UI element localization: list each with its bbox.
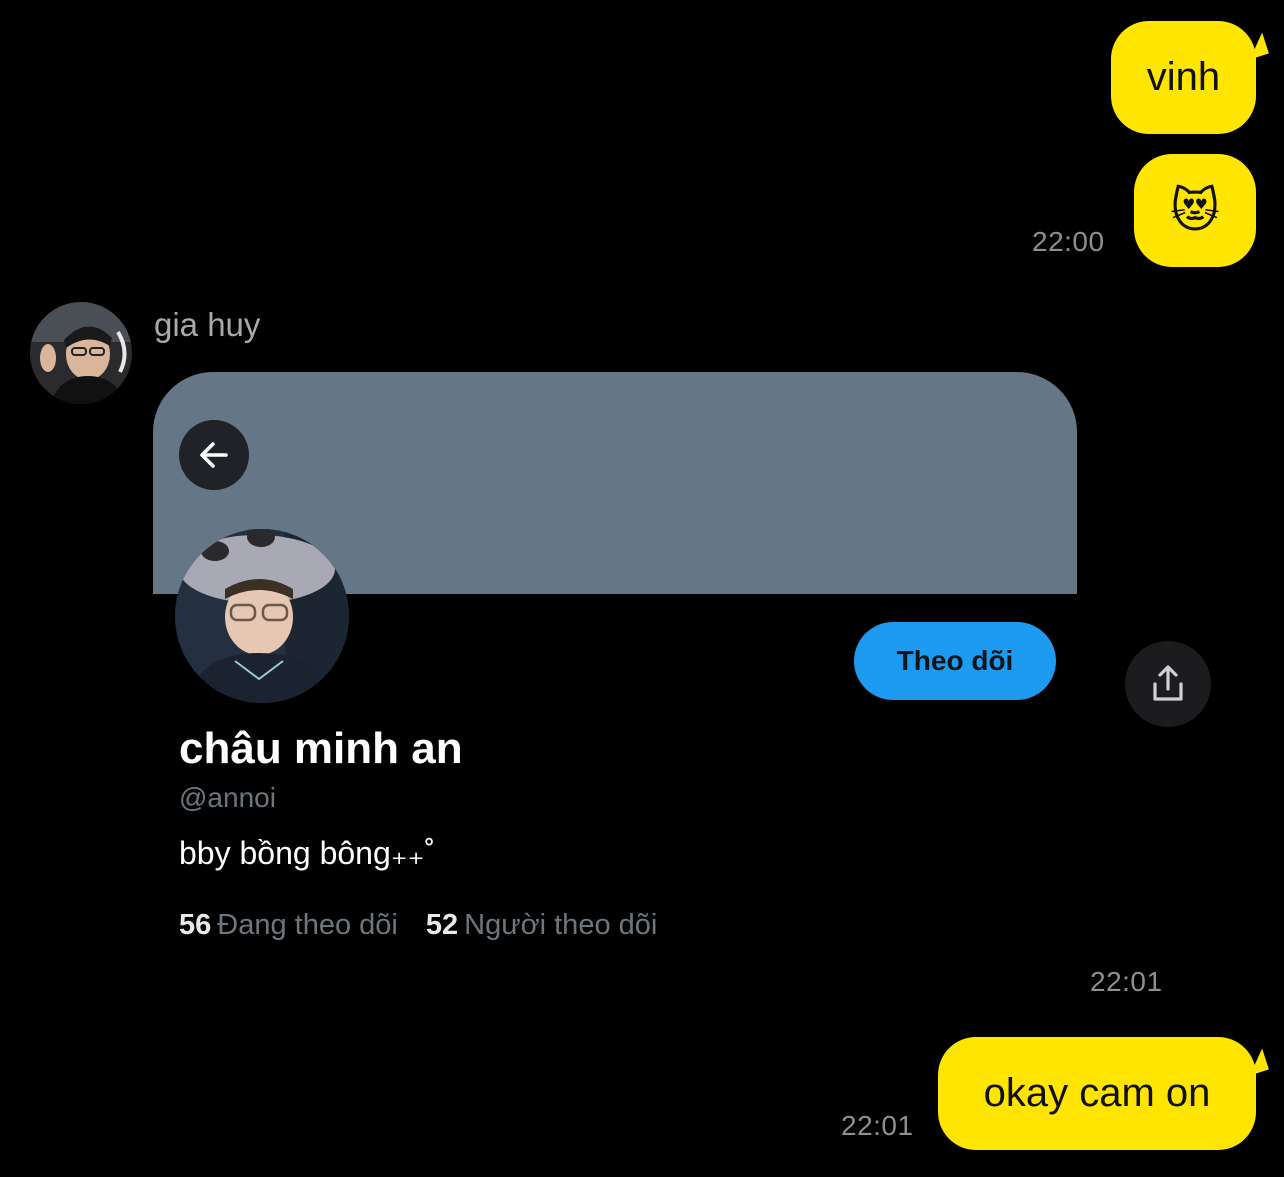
share-upload-icon xyxy=(1153,665,1183,701)
timestamp: 22:01 xyxy=(841,1110,914,1141)
avatar-photo xyxy=(30,302,132,404)
timestamp: 22:00 xyxy=(1032,226,1105,257)
following-count: 56 xyxy=(179,909,212,941)
profile-bio: bby bồng bông₊₊˚ xyxy=(179,835,436,871)
profile-stats: 56 Đang theo dõi 52 Người theo dõi xyxy=(179,909,657,942)
arrow-left-icon xyxy=(200,442,228,468)
shared-profile-card[interactable]: Theo dõi châu minh an @annoi bby bồng bô… xyxy=(153,372,1077,972)
back-button[interactable] xyxy=(179,420,249,490)
profile-handle: @annoi xyxy=(179,782,276,813)
emoji-heart-eyes-cat: 😻 xyxy=(1169,184,1221,238)
following-stat[interactable]: 56 Đang theo dõi xyxy=(179,909,398,942)
bubble-tail xyxy=(1243,1048,1269,1076)
message-bubble-out[interactable]: vinh xyxy=(1111,21,1269,134)
share-button[interactable] xyxy=(1125,641,1211,727)
sender-avatar[interactable] xyxy=(30,302,132,404)
bubble-tail xyxy=(1243,32,1269,60)
message-text: vinh xyxy=(1146,55,1221,99)
followers-label: Người theo dõi xyxy=(464,909,658,941)
follow-button[interactable]: Theo dõi xyxy=(854,622,1056,700)
sender-name: gia huy xyxy=(154,306,261,343)
following-label: Đang theo dõi xyxy=(217,909,398,941)
followers-count: 52 xyxy=(425,909,459,941)
profile-display-name: châu minh an xyxy=(179,724,463,773)
message-bubble-out[interactable]: 😻 xyxy=(1134,154,1256,267)
avatar-photo xyxy=(175,529,349,703)
message-bubble-out[interactable]: okay cam on xyxy=(938,1037,1269,1150)
message-text: okay cam on xyxy=(983,1071,1211,1115)
chat-screen: vinh 😻 22:00 gia huy Theo dõi châu minh … xyxy=(0,0,1284,1177)
profile-avatar[interactable] xyxy=(175,529,349,703)
timestamp: 22:01 xyxy=(1090,966,1163,997)
followers-stat[interactable]: 52 Người theo dõi xyxy=(426,909,657,942)
